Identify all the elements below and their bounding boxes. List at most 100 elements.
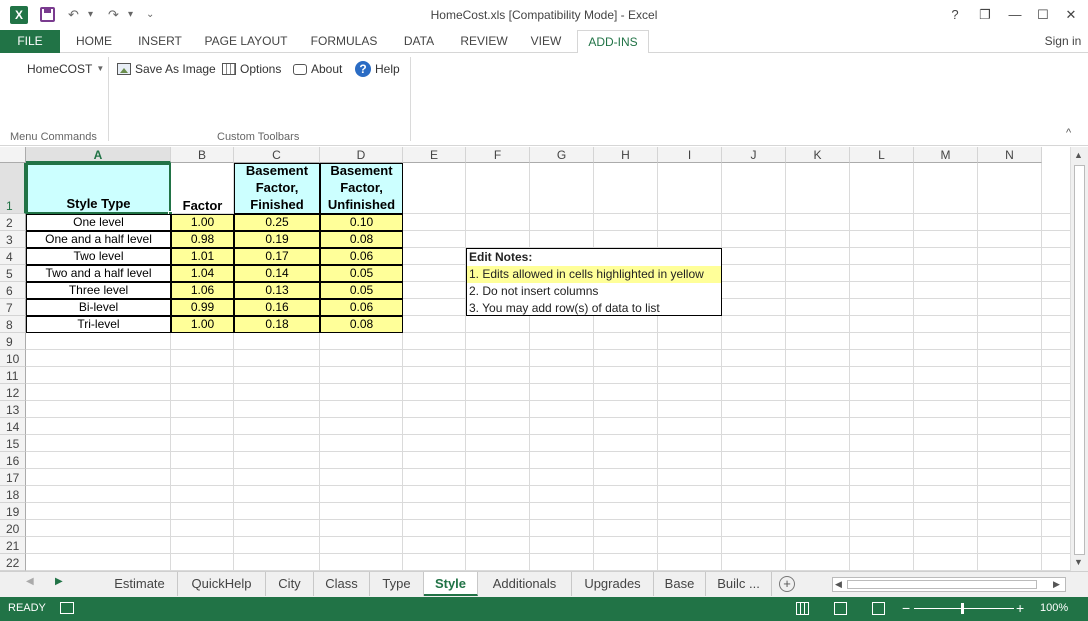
factor-cell[interactable]: 0.14 bbox=[234, 265, 320, 282]
sheet-tab-base[interactable]: Base bbox=[654, 572, 706, 596]
factor-cell[interactable]: 0.08 bbox=[320, 231, 403, 248]
row-header-1[interactable]: 1 bbox=[0, 163, 26, 214]
style-type-cell[interactable]: Tri-level bbox=[26, 316, 171, 333]
zoom-level[interactable]: 100% bbox=[1040, 602, 1068, 614]
column-header-e[interactable]: E bbox=[403, 147, 466, 163]
header-cell-style-type[interactable]: Style Type bbox=[26, 163, 171, 214]
options-button[interactable]: Options bbox=[222, 60, 281, 78]
sheet-tab-estimate[interactable]: Estimate bbox=[102, 572, 178, 596]
row-header-5[interactable]: 5 bbox=[0, 265, 26, 282]
row-header-15[interactable]: 15 bbox=[0, 435, 26, 452]
factor-cell[interactable]: 0.06 bbox=[320, 299, 403, 316]
style-type-cell[interactable]: Two level bbox=[26, 248, 171, 265]
hscroll-thumb[interactable] bbox=[847, 580, 1037, 589]
factor-cell[interactable]: 1.04 bbox=[171, 265, 234, 282]
row-header-10[interactable]: 10 bbox=[0, 350, 26, 367]
factor-cell[interactable]: 0.25 bbox=[234, 214, 320, 231]
sheet-tab-class[interactable]: Class bbox=[314, 572, 370, 596]
row-header-18[interactable]: 18 bbox=[0, 486, 26, 503]
column-header-c[interactable]: C bbox=[234, 147, 320, 163]
column-header-d[interactable]: D bbox=[320, 147, 403, 163]
sheet-tab-quickhelp[interactable]: QuickHelp bbox=[178, 572, 266, 596]
factor-cell[interactable]: 1.00 bbox=[171, 214, 234, 231]
style-type-cell[interactable]: Bi-level bbox=[26, 299, 171, 316]
homecost-menu-button[interactable]: HomeCOST ▼ bbox=[27, 60, 104, 78]
row-header-16[interactable]: 16 bbox=[0, 452, 26, 469]
column-header-l[interactable]: L bbox=[850, 147, 914, 163]
row-header-6[interactable]: 6 bbox=[0, 282, 26, 299]
macro-record-icon[interactable] bbox=[60, 602, 74, 614]
row-header-4[interactable]: 4 bbox=[0, 248, 26, 265]
tab-page-layout[interactable]: PAGE LAYOUT bbox=[198, 30, 294, 53]
row-header-13[interactable]: 13 bbox=[0, 401, 26, 418]
factor-cell[interactable]: 1.06 bbox=[171, 282, 234, 299]
column-header-f[interactable]: F bbox=[466, 147, 530, 163]
page-break-view-icon[interactable] bbox=[872, 602, 885, 615]
scroll-thumb[interactable] bbox=[1074, 165, 1085, 555]
style-type-cell[interactable]: Two and a half level bbox=[26, 265, 171, 282]
column-header-b[interactable]: B bbox=[171, 147, 234, 163]
horizontal-scrollbar[interactable]: ◀ ▶ bbox=[832, 577, 1066, 592]
style-type-cell[interactable]: One and a half level bbox=[26, 231, 171, 248]
scroll-down-icon[interactable]: ▼ bbox=[1074, 557, 1083, 567]
factor-cell[interactable]: 0.16 bbox=[234, 299, 320, 316]
column-header-a[interactable]: A bbox=[26, 147, 171, 163]
add-sheet-icon[interactable]: + bbox=[779, 576, 795, 592]
normal-view-icon[interactable] bbox=[796, 602, 809, 615]
column-header-j[interactable]: J bbox=[722, 147, 786, 163]
sheet-tab-upgrades[interactable]: Upgrades bbox=[572, 572, 654, 596]
next-sheet-icon[interactable]: ▶ bbox=[55, 576, 63, 587]
row-header-9[interactable]: 9 bbox=[0, 333, 26, 350]
factor-cell[interactable]: 0.98 bbox=[171, 231, 234, 248]
row-header-21[interactable]: 21 bbox=[0, 537, 26, 554]
column-header-k[interactable]: K bbox=[786, 147, 850, 163]
factor-cell[interactable]: 0.10 bbox=[320, 214, 403, 231]
factor-cell[interactable]: 0.17 bbox=[234, 248, 320, 265]
sheet-tab-style[interactable]: Style bbox=[424, 572, 478, 596]
edit-notes-line-2[interactable]: 2. Do not insert columns bbox=[467, 283, 598, 300]
column-header-n[interactable]: N bbox=[978, 147, 1042, 163]
column-header-i[interactable]: I bbox=[658, 147, 722, 163]
tab-review[interactable]: REVIEW bbox=[452, 30, 516, 53]
tab-view[interactable]: VIEW bbox=[522, 30, 570, 53]
scroll-right-icon[interactable]: ▶ bbox=[1053, 579, 1060, 590]
row-header-14[interactable]: 14 bbox=[0, 418, 26, 435]
row-header-22[interactable]: 22 bbox=[0, 554, 26, 571]
factor-cell[interactable]: 0.08 bbox=[320, 316, 403, 333]
about-button[interactable]: About bbox=[293, 60, 342, 78]
row-header-2[interactable]: 2 bbox=[0, 214, 26, 231]
factor-cell[interactable]: 1.01 bbox=[171, 248, 234, 265]
maximize-button[interactable]: ☐ bbox=[1028, 4, 1058, 26]
row-header-19[interactable]: 19 bbox=[0, 503, 26, 520]
page-layout-view-icon[interactable] bbox=[834, 602, 847, 615]
factor-cell[interactable]: 0.05 bbox=[320, 265, 403, 282]
row-header-8[interactable]: 8 bbox=[0, 316, 26, 333]
factor-cell[interactable]: 0.06 bbox=[320, 248, 403, 265]
zoom-in-button[interactable]: + bbox=[1016, 600, 1024, 616]
tab-file[interactable]: FILE bbox=[0, 30, 60, 53]
header-cell-basement-unfinished[interactable]: Basement Factor, Unfinished bbox=[320, 163, 403, 214]
row-header-7[interactable]: 7 bbox=[0, 299, 26, 316]
sign-in-link[interactable]: Sign in bbox=[1040, 30, 1086, 53]
vertical-scrollbar[interactable]: ▲ ▼ bbox=[1070, 147, 1088, 571]
header-cell-basement-finished[interactable]: Basement Factor, Finished bbox=[234, 163, 320, 214]
minimize-button[interactable]: — bbox=[1000, 4, 1030, 26]
style-type-cell[interactable]: Three level bbox=[26, 282, 171, 299]
ribbon-display-options-icon[interactable]: ❐ bbox=[970, 4, 1000, 26]
factor-cell[interactable]: 0.19 bbox=[234, 231, 320, 248]
edit-notes-title[interactable]: Edit Notes: bbox=[467, 249, 532, 266]
factor-cell[interactable]: 0.05 bbox=[320, 282, 403, 299]
row-header-20[interactable]: 20 bbox=[0, 520, 26, 537]
sheet-tab-city[interactable]: City bbox=[266, 572, 314, 596]
row-header-3[interactable]: 3 bbox=[0, 231, 26, 248]
factor-cell[interactable]: 0.13 bbox=[234, 282, 320, 299]
help-button[interactable]: ? Help bbox=[355, 60, 400, 78]
sheet-tab-type[interactable]: Type bbox=[370, 572, 424, 596]
row-header-12[interactable]: 12 bbox=[0, 384, 26, 401]
save-as-image-button[interactable]: Save As Image bbox=[117, 60, 216, 78]
tab-insert[interactable]: INSERT bbox=[130, 30, 190, 53]
select-all-corner[interactable] bbox=[0, 147, 26, 163]
zoom-slider-thumb[interactable] bbox=[961, 603, 964, 614]
sheet-tab-additionals[interactable]: Additionals bbox=[478, 572, 572, 596]
column-header-m[interactable]: M bbox=[914, 147, 978, 163]
